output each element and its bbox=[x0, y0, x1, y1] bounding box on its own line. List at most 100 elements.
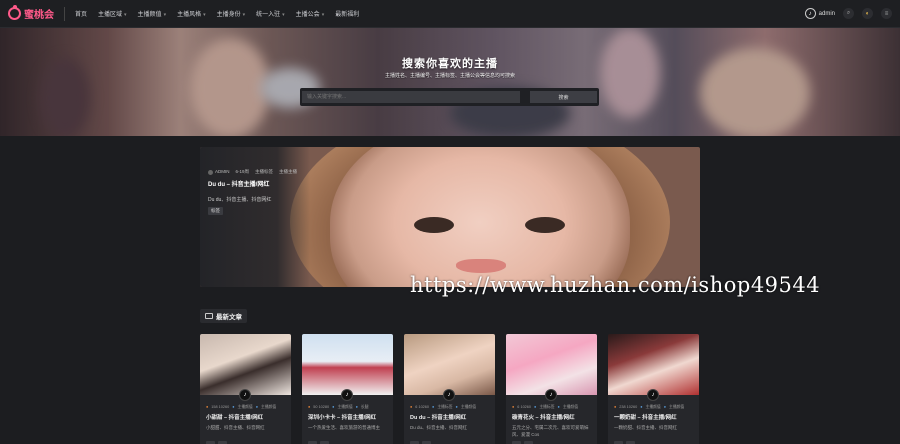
section-header: 最新文章 bbox=[200, 309, 247, 323]
card-category: 主播颜值 bbox=[645, 405, 661, 409]
feature-tag2: 主播主播 bbox=[279, 169, 298, 174]
card-thumbnail[interactable] bbox=[608, 334, 699, 395]
section-title: 最新文章 bbox=[216, 314, 242, 321]
feature-image-eye bbox=[414, 217, 454, 233]
fire-icon: ● bbox=[512, 405, 515, 409]
article-card[interactable]: ♪ ● 158 10260 ● 主播颜值 ● 主播颜值 小甜甜 – 抖音主播/网红 小甜甜、抖音… bbox=[200, 334, 291, 444]
chevron-down-icon: ▾ bbox=[163, 12, 167, 18]
nav-item[interactable]: 统一入驻 ▾ bbox=[256, 9, 285, 18]
feature-desc: Du du、抖音主播、抖音网红 bbox=[208, 197, 272, 203]
search-icon[interactable]: ⌕ bbox=[843, 8, 854, 19]
tiktok-icon: ♪ bbox=[341, 389, 353, 401]
chevron-down-icon: ▾ bbox=[242, 12, 246, 18]
article-icon bbox=[205, 313, 213, 319]
card-tag: 主播颜值 bbox=[460, 405, 476, 409]
card-thumbnail[interactable] bbox=[404, 334, 495, 395]
card-views: 158 10260 bbox=[211, 405, 230, 409]
feature-tag[interactable]: 标签 bbox=[208, 207, 223, 215]
card-title[interactable]: 深圳小卡卡 – 抖音主播/网红 bbox=[308, 413, 376, 421]
feature-text-panel bbox=[200, 147, 310, 287]
chevron-down-icon: ▾ bbox=[282, 12, 285, 18]
card-title[interactable]: 碳青花火 – 抖音主播/网红 bbox=[512, 413, 575, 421]
card-desc: 一个热爱生活、喜欢旅游的普通博主 bbox=[308, 425, 380, 430]
fire-icon: ● bbox=[308, 405, 311, 409]
fire-icon: ● bbox=[410, 405, 413, 409]
nav-item[interactable]: 主播公会 ▾ bbox=[296, 9, 325, 18]
nav-item[interactable]: 主播区域 ▾ bbox=[98, 9, 127, 18]
tag-icon: ● bbox=[455, 405, 458, 409]
card-tag: 主播颜值 bbox=[261, 405, 277, 409]
fire-icon: ● bbox=[614, 405, 617, 409]
chevron-down-icon: ▾ bbox=[203, 12, 206, 18]
fire-icon: ● bbox=[206, 405, 209, 409]
feature-category: 主播标签 bbox=[255, 169, 274, 174]
card-category: 主播标签 bbox=[539, 405, 555, 409]
hero-title: 搜索你喜欢的主播 bbox=[402, 58, 498, 70]
tag-icon: ● bbox=[355, 405, 358, 409]
nav-item-label: 首页 bbox=[75, 12, 88, 18]
feature-date: 6-19周 bbox=[235, 169, 250, 174]
card-title[interactable]: Du du – 抖音主播/网红 bbox=[410, 413, 466, 421]
article-grid: ♪ ● 158 10260 ● 主播颜值 ● 主播颜值 小甜甜 – 抖音主播/网红 小甜甜、抖音… bbox=[200, 334, 700, 444]
card-meta: ● 158 10260 ● 主播颜值 ● 主播颜值 bbox=[206, 405, 276, 410]
feature-title[interactable]: Du du – 抖音主播/网红 bbox=[208, 179, 269, 188]
card-thumbnail[interactable] bbox=[200, 334, 291, 395]
peach-logo-icon bbox=[8, 5, 21, 20]
card-views: 238 10260 bbox=[619, 405, 638, 409]
tag-icon: ● bbox=[432, 405, 435, 409]
tag-icon: ● bbox=[332, 405, 335, 409]
user-menu[interactable]: ♪ admin bbox=[804, 8, 835, 19]
card-thumbnail[interactable] bbox=[302, 334, 393, 395]
card-meta: ● 6 10260 ● 主播标签 ● 主播颜值 bbox=[410, 405, 476, 410]
nav-item[interactable]: 主播风格 ▾ bbox=[177, 9, 206, 18]
hero-banner: 搜索你喜欢的主播 主播姓名、主播编号、主播标签、主播公会等信息均可搜索 搜索 bbox=[0, 28, 900, 136]
card-thumbnail[interactable] bbox=[506, 334, 597, 395]
tiktok-icon: ♪ bbox=[443, 389, 455, 401]
menu-icon[interactable]: ≡ bbox=[881, 8, 892, 19]
featured-post[interactable]: ADMIN 6-19周 主播标签 主播主播 Du du – 抖音主播/网红 Du… bbox=[200, 147, 700, 287]
card-desc: 一颗奶甜、抖音主播、抖音网红 bbox=[614, 425, 677, 430]
nav-item-label: 主播区域 bbox=[98, 12, 123, 18]
username: admin bbox=[818, 10, 835, 17]
nav-item[interactable]: 最新福利 bbox=[335, 9, 359, 18]
card-tag: 主播颜值 bbox=[669, 405, 685, 409]
nav-menu: 首页 主播区域 ▾ 主播颜值 ▾ 主播风格 ▾ 主播身份 ▾ 统一入驻 ▾ 主播公会 ▾ 最新福利 bbox=[75, 9, 359, 18]
tiktok-icon: ♪ bbox=[239, 389, 251, 401]
card-desc: 小甜甜、抖音主播、抖音网红 bbox=[206, 425, 265, 430]
site-logo[interactable]: 蜜桃会 bbox=[8, 5, 54, 21]
nav-right: ♪ admin ⌕ ◐ ≡ bbox=[804, 8, 892, 19]
logo-text: 蜜桃会 bbox=[24, 10, 54, 21]
feature-image-eye bbox=[525, 217, 565, 233]
tiktok-icon: ♪ bbox=[545, 389, 557, 401]
nav-item-label: 主播颜值 bbox=[137, 12, 162, 18]
article-card[interactable]: ♪ ● 6 10260 ● 主播标签 ● 主播颜值 Du du – 抖音主播/网红 Du du、… bbox=[404, 334, 495, 444]
nav-item-label: 主播风格 bbox=[177, 12, 202, 18]
card-meta: ● 238 10260 ● 主播颜值 ● 主播颜值 bbox=[614, 405, 684, 410]
moon-icon[interactable]: ◐ bbox=[862, 8, 873, 19]
tag-icon: ● bbox=[640, 405, 643, 409]
nav-item[interactable]: 首页 bbox=[75, 9, 87, 18]
article-card[interactable]: ♪ ● 6 10260 ● 主播标签 ● 主播颜值 碳青花火 – 抖音主播/网红 五元之分、宅属… bbox=[506, 334, 597, 444]
nav-item-label: 主播公会 bbox=[295, 12, 320, 18]
tag-icon: ● bbox=[557, 405, 560, 409]
hero-search: 搜索 bbox=[300, 88, 599, 106]
tag-icon: ● bbox=[534, 405, 537, 409]
nav-item[interactable]: 主播颜值 ▾ bbox=[138, 9, 167, 18]
hero-overlay bbox=[0, 28, 900, 136]
card-tag: 主播颜值 bbox=[562, 405, 578, 409]
article-card[interactable]: ♪ ● 238 10260 ● 主播颜值 ● 主播颜值 一颗奶甜 – 抖音主播/网红 一颗奶甜、… bbox=[608, 334, 699, 444]
card-category: 主播标签 bbox=[437, 405, 453, 409]
card-title[interactable]: 小甜甜 – 抖音主播/网红 bbox=[206, 413, 263, 421]
tiktok-icon: ♪ bbox=[647, 389, 659, 401]
article-card[interactable]: ♪ ● 50 10280 ● 主播颜值 ● 长腿 深圳小卡卡 – 抖音主播/网红 一个热爱生活、… bbox=[302, 334, 393, 444]
search-input[interactable] bbox=[302, 91, 520, 103]
nav-item[interactable]: 主播身份 ▾ bbox=[217, 9, 246, 18]
nav-item-label: 最新福利 bbox=[335, 12, 360, 18]
nav-item-label: 统一入驻 bbox=[256, 12, 281, 18]
avatar-icon bbox=[208, 169, 213, 175]
search-button[interactable]: 搜索 bbox=[530, 91, 597, 103]
nav-item-label: 主播身份 bbox=[216, 12, 241, 18]
tag-icon: ● bbox=[255, 405, 259, 409]
hero-subtitle: 主播姓名、主播编号、主播标签、主播公会等信息均可搜索 bbox=[384, 73, 515, 79]
card-title[interactable]: 一颗奶甜 – 抖音主播/网红 bbox=[614, 413, 677, 421]
